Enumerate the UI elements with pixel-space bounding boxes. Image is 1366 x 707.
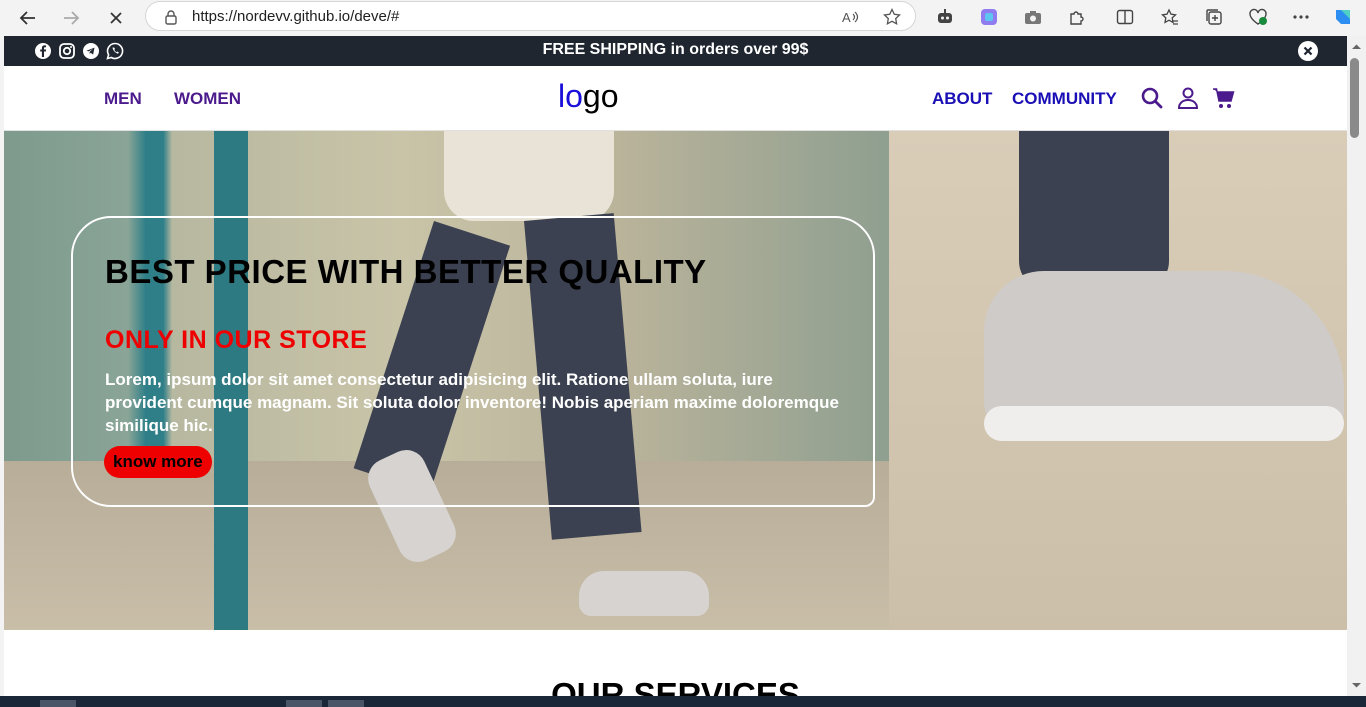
favorite-star-icon[interactable] (883, 8, 901, 26)
taskbar-item[interactable] (328, 700, 364, 707)
forward-button[interactable] (57, 4, 85, 32)
browser-chrome: https://nordevv.github.io/deve/# A (0, 0, 1366, 36)
hero-description: Lorem, ipsum dolor sit amet consectetur … (105, 370, 839, 435)
logo-part1: lo (558, 78, 583, 114)
lock-icon[interactable] (162, 8, 180, 26)
taskbar-item[interactable] (40, 700, 76, 707)
extensions-puzzle-icon[interactable] (1064, 5, 1090, 29)
hero-title: BEST PRICE WITH BETTER QUALITY (105, 253, 707, 290)
browser-essentials-icon[interactable] (1245, 5, 1271, 29)
svg-text:A: A (842, 10, 851, 25)
split-screen-icon[interactable] (1112, 5, 1138, 29)
page-scrollbar[interactable] (1347, 36, 1366, 696)
scroll-up-icon[interactable] (1347, 40, 1366, 54)
user-icon[interactable] (1176, 86, 1200, 110)
nav-women[interactable]: WOMEN (174, 89, 241, 109)
os-taskbar (0, 696, 1366, 707)
hero-subtitle: ONLY IN OUR STORE (105, 326, 368, 354)
extension-color-icon[interactable] (976, 5, 1002, 29)
address-bar[interactable]: https://nordevv.github.io/deve/# A (145, 1, 916, 31)
scroll-thumb[interactable] (1350, 58, 1359, 138)
services-heading: OUR SERVICES (551, 676, 800, 696)
back-button[interactable] (14, 4, 42, 32)
close-icon (1303, 46, 1313, 56)
cart-icon[interactable] (1212, 86, 1236, 110)
nav-about[interactable]: ABOUT (932, 89, 992, 109)
hero-image-right (889, 131, 1347, 630)
close-banner-button[interactable] (1298, 41, 1318, 61)
url-text[interactable]: https://nordevv.github.io/deve/# (192, 8, 399, 25)
collections-icon[interactable] (1201, 5, 1227, 29)
search-icon[interactable] (1140, 86, 1164, 110)
know-more-button[interactable]: know more (104, 446, 212, 478)
nav-men[interactable]: MEN (104, 89, 142, 109)
logo-part2: go (582, 78, 619, 114)
promo-topbar: FREE SHIPPING in orders over 99$ (4, 36, 1347, 66)
taskbar-item[interactable] (286, 700, 322, 707)
read-aloud-icon[interactable]: A (842, 8, 860, 26)
free-shipping-banner: FREE SHIPPING in orders over 99$ (542, 41, 809, 58)
more-menu-icon[interactable] (1288, 5, 1314, 29)
nav-community[interactable]: COMMUNITY (1012, 89, 1117, 109)
hero-banner: BEST PRICE WITH BETTER QUALITY ONLY IN O… (4, 131, 1347, 630)
hero-promo-card: BEST PRICE WITH BETTER QUALITY ONLY IN O… (71, 216, 875, 507)
page-viewport: FREE SHIPPING in orders over 99$ MEN WOM… (4, 36, 1347, 696)
copilot-icon[interactable] (1330, 5, 1356, 29)
scroll-down-icon[interactable] (1347, 678, 1366, 692)
screenshot-camera-icon[interactable] (1020, 5, 1046, 29)
stop-loading-button[interactable] (102, 4, 130, 32)
site-header: MEN WOMEN logo ABOUT COMMUNITY (4, 66, 1347, 131)
favorites-icon[interactable] (1157, 5, 1183, 29)
site-logo[interactable]: logo (558, 78, 619, 115)
copilot-bot-icon[interactable] (932, 5, 958, 29)
